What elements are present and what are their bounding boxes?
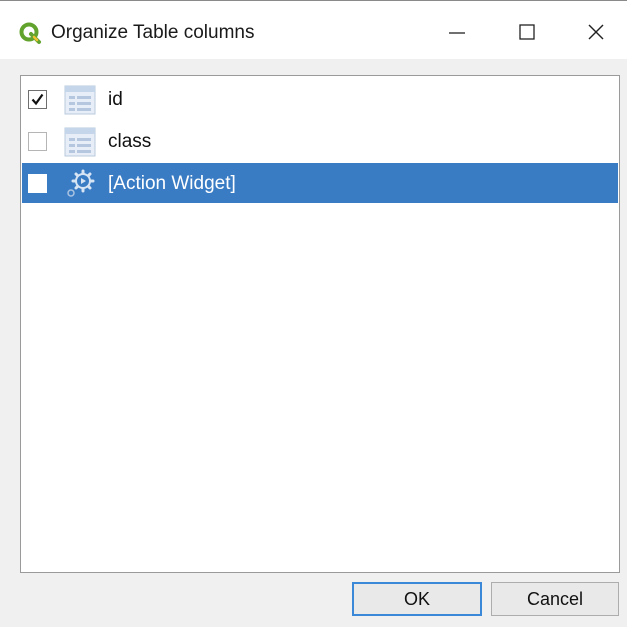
column-label: id — [108, 89, 123, 110]
ok-button[interactable]: OK — [352, 582, 482, 616]
qgis-logo-icon — [18, 21, 42, 45]
organize-columns-dialog: Organize Table columns id class [Action … — [0, 0, 627, 627]
column-checkbox-action-widget[interactable] — [28, 174, 47, 193]
maximize-icon — [519, 24, 535, 40]
column-checkbox-id[interactable] — [28, 90, 47, 109]
table-field-icon — [64, 127, 96, 157]
list-item-id[interactable]: id — [22, 79, 618, 119]
column-label: class — [108, 131, 152, 152]
column-label: [Action Widget] — [108, 173, 236, 194]
list-item-class[interactable]: class — [22, 121, 618, 161]
action-gear-icon — [64, 169, 96, 199]
minimize-button[interactable] — [427, 9, 487, 55]
list-item-action-widget[interactable]: [Action Widget] — [22, 163, 618, 203]
maximize-button[interactable] — [497, 9, 557, 55]
checkmark-icon — [31, 93, 44, 106]
column-list[interactable]: id class [Action Widget] — [20, 75, 620, 573]
window-title: Organize Table columns — [51, 22, 255, 43]
table-field-icon — [64, 85, 96, 115]
minimize-icon — [449, 32, 465, 34]
close-button[interactable] — [566, 9, 626, 55]
close-icon — [588, 24, 604, 40]
column-checkbox-class[interactable] — [28, 132, 47, 151]
cancel-button[interactable]: Cancel — [491, 582, 619, 616]
title-bar[interactable]: Organize Table columns — [0, 1, 627, 59]
